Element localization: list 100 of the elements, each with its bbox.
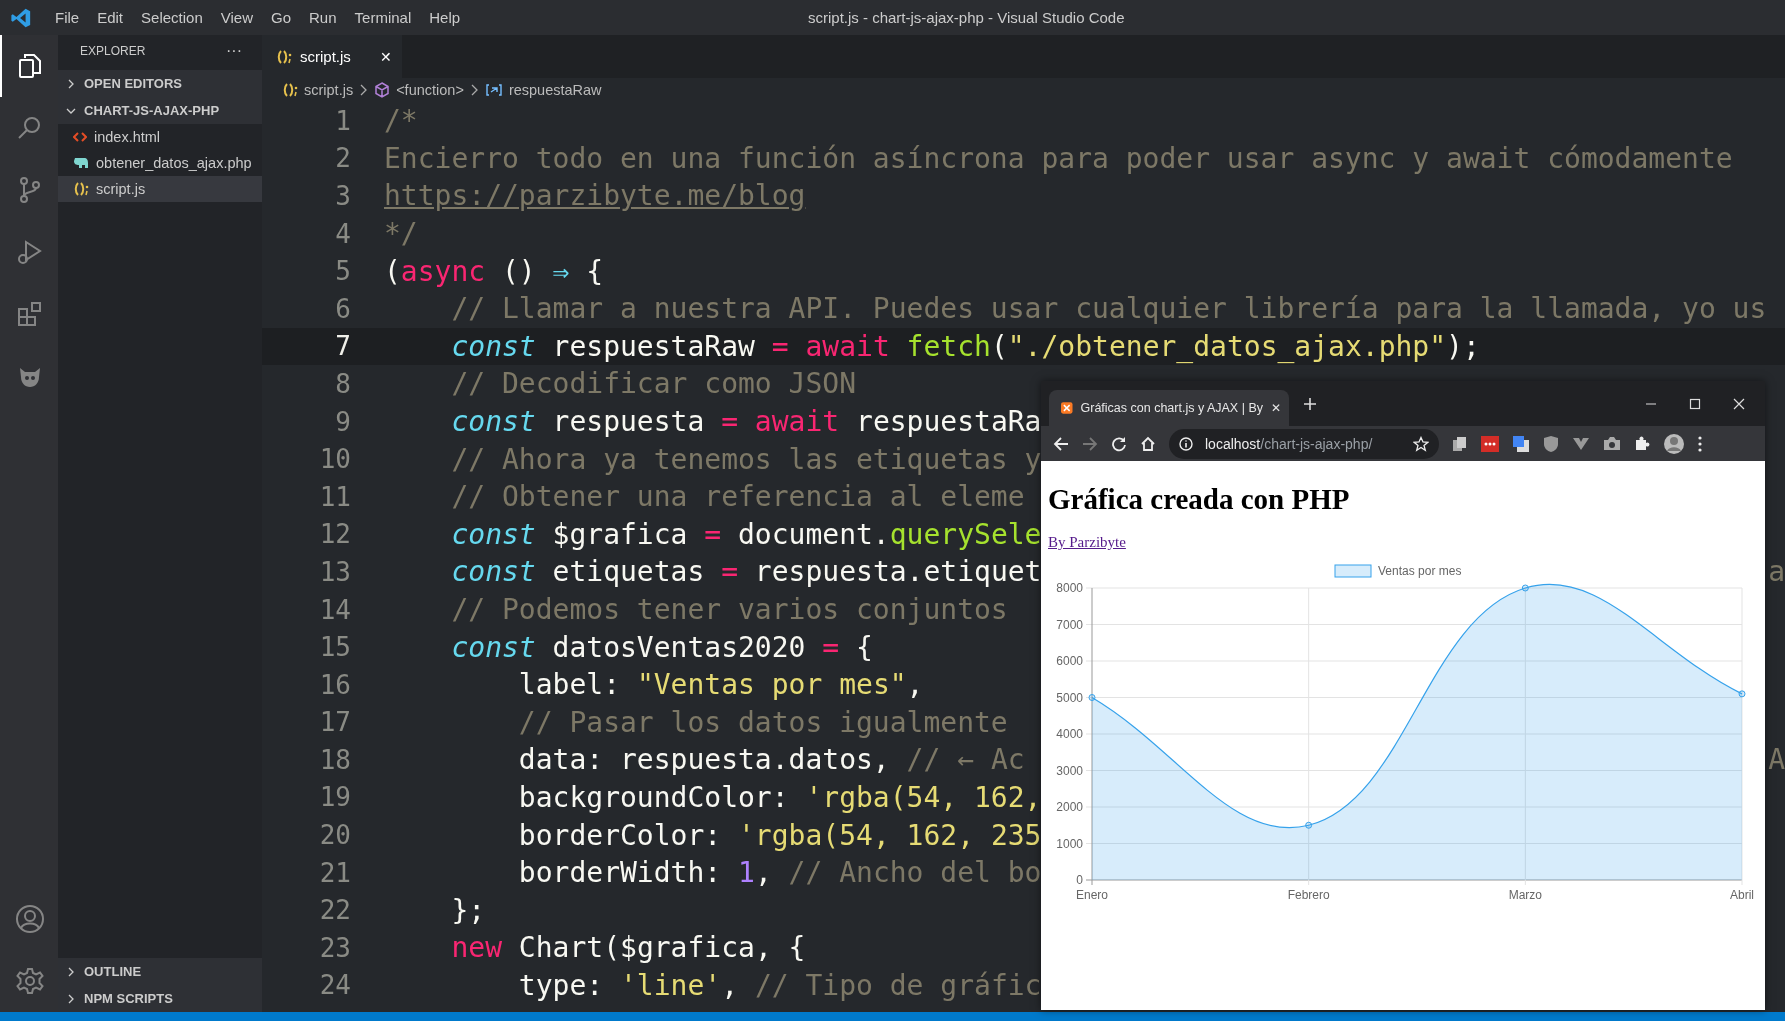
line-number: 12 — [318, 519, 352, 550]
menu-item[interactable]: Terminal — [345, 9, 421, 26]
run-debug-icon — [16, 238, 44, 266]
v-shape-icon[interactable] — [1572, 436, 1590, 451]
code-line: // Llamar a nuestra API. Puedes usar cualquier librería para la llamada, yo us — [450, 292, 1767, 326]
code-line: /* — [384, 104, 418, 138]
x-tick-label: Enero — [1076, 888, 1108, 902]
more-actions-button[interactable]: ··· — [226, 42, 242, 60]
code-line: */ — [384, 217, 418, 251]
line-number: 2 — [334, 143, 352, 174]
home-icon[interactable] — [1140, 435, 1156, 452]
breadcrumb[interactable]: respuestaRaw — [508, 82, 602, 98]
line-number: 8 — [334, 368, 352, 399]
chevron-icon — [66, 993, 76, 1004]
forward-arrow-icon[interactable] — [1082, 435, 1098, 452]
translate-icon[interactable] — [1512, 434, 1530, 453]
menu-item[interactable]: Run — [300, 9, 346, 26]
elephant-icon — [73, 156, 89, 170]
menu-item[interactable]: View — [211, 9, 262, 26]
chevron-icon — [66, 966, 76, 977]
breadcrumb[interactable]: script.js — [304, 82, 354, 98]
cube-icon — [374, 82, 391, 98]
account-icon — [15, 904, 45, 934]
line-number: 23 — [318, 932, 352, 963]
back-arrow-icon[interactable] — [1053, 435, 1069, 452]
y-tick-label: 8000 — [1056, 581, 1083, 595]
browser-tab[interactable]: Gráficas con chart.js y AJAX | By ✕ — [1049, 390, 1289, 426]
menu-item[interactable]: Help — [420, 9, 470, 26]
code-line: label: "Ventas por mes", — [517, 668, 924, 702]
line-number: 10 — [318, 444, 352, 475]
puzzle-icon[interactable] — [1634, 435, 1650, 452]
code-line: const respuestaRaw = await fetch("./obtener_datos_ajax.php"); — [450, 329, 1480, 363]
section-header[interactable]: OUTLINE — [58, 958, 262, 985]
code-line: borderColor: 'rgba(54, 162, 235 — [517, 818, 1042, 852]
extensions-icon — [16, 300, 44, 328]
chevron-icon — [469, 84, 479, 96]
menu-item[interactable]: Selection — [132, 9, 212, 26]
avatar-icon[interactable] — [1663, 432, 1685, 455]
kebab-menu-icon[interactable] — [1698, 435, 1702, 452]
new-tab-icon[interactable] — [1303, 396, 1317, 411]
author-link[interactable]: By Parzibyte — [1048, 534, 1126, 551]
data-point — [1738, 690, 1746, 698]
line-number: 15 — [318, 632, 352, 663]
code-line: // Obtener una referencia al eleme — [450, 480, 1025, 514]
editor-tab[interactable]: script.js ✕ — [262, 35, 402, 78]
files-icon — [16, 52, 44, 80]
line-number: 18 — [318, 744, 352, 775]
chevron-icon — [359, 84, 369, 96]
section-header[interactable]: CHART-JS-AJAX-PHP — [58, 97, 262, 124]
line-number: 16 — [318, 669, 352, 700]
menu-item[interactable]: Edit — [88, 9, 133, 26]
code-line: (async () ⇒ { — [384, 254, 604, 288]
y-tick-label: 3000 — [1056, 763, 1083, 778]
code-brackets-icon — [73, 131, 87, 143]
line-number: 19 — [318, 782, 352, 813]
code-line: backgroundColor: 'rgba(54, 162, — [517, 781, 1042, 814]
menu-item[interactable]: File — [46, 9, 89, 26]
code-fragment: a — [1768, 555, 1785, 589]
menu-item[interactable]: Go — [262, 9, 300, 26]
code-line: Encierro todo en una función asíncrona para poder usar async y await cómodamente — [384, 141, 1733, 175]
line-number: 4 — [334, 218, 352, 249]
data-point — [1305, 821, 1313, 829]
file-tree-item[interactable]: index.html — [58, 124, 262, 150]
y-tick-label: 4000 — [1056, 727, 1083, 741]
legend-swatch — [1334, 564, 1372, 578]
window-title: script.js - chart-js-ajax-php - Visual Studio Code — [808, 9, 1125, 26]
shield-icon[interactable] — [1543, 434, 1559, 453]
extension-icon[interactable] — [1452, 435, 1468, 452]
line-number: 14 — [318, 594, 352, 625]
file-tree-item[interactable]: obtener_datos_ajax.php — [58, 150, 262, 176]
maximize-icon[interactable] — [1689, 397, 1701, 410]
section-header[interactable]: OPEN EDITORS — [58, 70, 262, 97]
line-number: 22 — [318, 895, 352, 926]
breadcrumb[interactable]: <function> — [396, 82, 464, 98]
line-number: 3 — [334, 181, 352, 211]
extension-icon[interactable] — [1481, 435, 1499, 452]
reload-icon[interactable] — [1111, 435, 1127, 452]
line-number: 11 — [318, 481, 352, 512]
app-logo-icon — [10, 6, 32, 29]
y-tick-label: 2000 — [1056, 800, 1083, 814]
section-header[interactable]: NPM SCRIPTS — [58, 985, 262, 1012]
camera-icon[interactable] — [1603, 436, 1621, 451]
x-tick-label: Febrero — [1287, 888, 1330, 902]
line-number: 20 — [318, 820, 352, 851]
line-number: 21 — [318, 857, 352, 888]
line-number: 6 — [334, 293, 352, 324]
y-tick-label: 6000 — [1056, 654, 1083, 668]
close-icon[interactable] — [1733, 397, 1745, 410]
close-button[interactable]: ✕ — [380, 48, 392, 65]
line-number: 1 — [334, 105, 352, 136]
line-number: 7 — [334, 331, 352, 362]
file-tree-item[interactable]: script.js — [58, 176, 262, 202]
close-tab-button[interactable]: ✕ — [1271, 401, 1281, 415]
star-icon[interactable] — [1413, 435, 1429, 452]
line-number: 9 — [334, 406, 352, 437]
code-line: // Pasar los datos igualmente — [517, 705, 1008, 739]
code-fragment: A — [1768, 743, 1785, 777]
js-file-icon — [73, 182, 89, 196]
y-tick-label: 1000 — [1056, 836, 1083, 851]
address-bar[interactable]: localhost/chart-js-ajax-php/ — [1169, 428, 1439, 459]
